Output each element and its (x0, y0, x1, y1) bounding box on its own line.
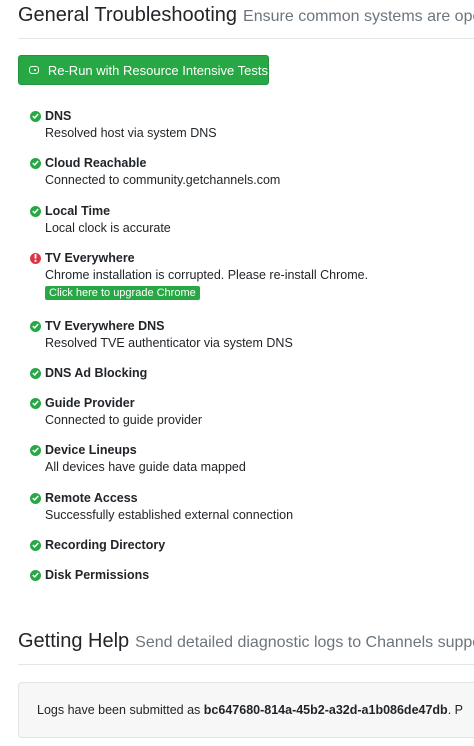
check-remote-access: Remote Access Successfully established e… (30, 490, 474, 522)
check-name: Guide Provider (45, 396, 135, 410)
check-description: Local clock is accurate (45, 221, 171, 235)
check-dns: DNS Resolved host via system DNS (30, 108, 474, 140)
check-description: Chrome installation is corrupted. Please… (45, 268, 369, 282)
check-circle-icon (30, 367, 41, 379)
check-circle-icon (30, 569, 41, 581)
check-circle-icon (30, 492, 41, 504)
check-tv-everywhere-dns: TV Everywhere DNS Resolved TVE authentic… (30, 318, 474, 350)
check-name: Recording Directory (45, 538, 166, 552)
check-description: Successfully established external connec… (45, 508, 294, 522)
check-name: DNS (45, 109, 72, 123)
check-device-lineups: Device Lineups All devices have guide da… (30, 442, 474, 474)
check-name: DNS Ad Blocking (45, 366, 148, 380)
check-circle-icon (30, 397, 41, 409)
rerun-tests-button[interactable]: Re-Run with Resource Intensive Tests (18, 55, 269, 85)
help-subtitle: Send detailed diagnostic logs to Channel… (135, 634, 474, 651)
logs-id: bc647680-814a-45b2-a32d-a1b086de47db (203, 703, 448, 717)
check-circle-icon (30, 205, 41, 217)
check-name: TV Everywhere (45, 251, 135, 265)
check-circle-icon (30, 320, 41, 332)
check-name: Local Time (45, 204, 111, 218)
check-description: Connected to guide provider (45, 413, 203, 427)
troubleshooting-divider (18, 38, 474, 39)
help-title: Getting Help (18, 630, 130, 652)
logs-submitted-message: Logs have been submitted as bc647680-814… (18, 682, 474, 738)
check-name: Disk Permissions (45, 568, 150, 582)
help-header: Getting Help Send detailed diagnostic log… (18, 631, 474, 651)
check-dns-ad-blocking: DNS Ad Blocking (30, 365, 474, 381)
help-divider (18, 664, 474, 665)
check-name: Remote Access (45, 491, 138, 505)
logs-prefix: Logs have been submitted as (37, 703, 201, 717)
logs-suffix: . P (447, 703, 463, 717)
check-description: Resolved TVE authenticator via system DN… (45, 336, 293, 350)
check-description: All devices have guide data mapped (45, 460, 246, 474)
check-cloud-reachable: Cloud Reachable Connected to community.g… (30, 155, 474, 187)
check-local-time: Local Time Local clock is accurate (30, 203, 474, 235)
hard-drive-icon (29, 66, 39, 74)
check-disk-permissions: Disk Permissions (30, 567, 474, 583)
page: General Troubleshooting Ensure common sys… (0, 0, 474, 746)
rerun-tests-label: Re-Run with Resource Intensive Tests (47, 62, 268, 78)
troubleshooting-title: General Troubleshooting (18, 4, 238, 26)
check-guide-provider: Guide Provider Connected to guide provid… (30, 395, 474, 427)
check-circle-icon (30, 539, 41, 551)
upgrade-chrome-button[interactable]: Click here to upgrade Chrome (45, 286, 200, 300)
check-tv-everywhere: TV Everywhere Chrome installation is cor… (30, 250, 474, 301)
check-description: Resolved host via system DNS (45, 126, 217, 140)
check-circle-icon (30, 110, 41, 122)
check-name: Device Lineups (45, 443, 137, 457)
check-circle-icon (30, 157, 41, 169)
troubleshooting-header: General Troubleshooting Ensure common sys… (18, 5, 474, 25)
check-description: Connected to community.getchannels.com (45, 173, 281, 187)
troubleshooting-subtitle: Ensure common systems are operat (243, 8, 474, 25)
check-name: TV Everywhere DNS (45, 319, 165, 333)
check-name: Cloud Reachable (45, 156, 147, 170)
check-circle-icon (30, 444, 41, 456)
exclamation-circle-icon (30, 252, 41, 264)
check-recording-directory: Recording Directory (30, 537, 474, 553)
